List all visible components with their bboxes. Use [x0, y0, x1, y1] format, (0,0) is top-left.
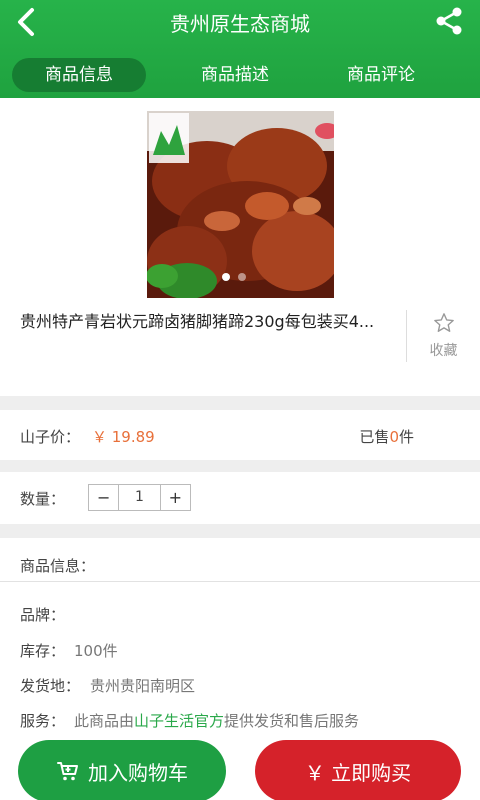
add-to-cart-label: 加入购物车: [88, 760, 188, 785]
tab-product-info[interactable]: 商品信息: [12, 58, 146, 92]
star-icon: [433, 313, 454, 332]
cart-icon: [57, 762, 78, 781]
page-title: 贵州原生态商城: [170, 12, 310, 36]
section-gap: [0, 524, 480, 538]
sold-count: 已售0件: [359, 428, 414, 446]
tab-product-reviews[interactable]: 商品评论: [314, 58, 448, 92]
price-row: 山子价： ￥ 19.89 已售0件: [0, 426, 480, 448]
favorite-label: 收藏: [429, 343, 458, 359]
buy-now-label: ￥ 立即购买: [304, 760, 412, 785]
service-row: 服务： 此商品由山子生活官方提供发货和售后服务: [0, 710, 480, 732]
carousel-dot: [238, 273, 246, 281]
tab-bar: 商品信息 商品描述 商品评论: [0, 52, 480, 96]
add-to-cart-button[interactable]: 加入购物车: [18, 740, 226, 800]
brand-label: 品牌：: [20, 606, 66, 624]
info-title-row: 商品信息：: [0, 555, 480, 577]
ship-from-label: 发货地：: [20, 677, 81, 695]
quantity-minus-button[interactable]: −: [89, 485, 118, 510]
quantity-label: 数量：: [20, 490, 66, 508]
brand-row: 品牌：: [0, 604, 480, 626]
section-gap: [0, 460, 480, 472]
service-label: 服务：: [20, 712, 66, 730]
quantity-row: 数量： − 1 +: [0, 484, 480, 512]
buy-now-button[interactable]: ￥ 立即购买: [255, 740, 461, 800]
service-text: 此商品由山子生活官方提供发货和售后服务: [74, 712, 360, 730]
section-gap: [0, 396, 480, 410]
quantity-plus-button[interactable]: +: [161, 485, 190, 510]
carousel-dot-active: [222, 273, 230, 281]
ship-from-value: 贵州贵阳南明区: [90, 677, 196, 695]
price-label: 山子价：: [20, 428, 81, 446]
stock-value: 100件: [74, 642, 118, 660]
service-provider-link[interactable]: 山子生活官方: [134, 712, 224, 730]
product-name: 贵州特产青岩状元蹄卤猪脚猪蹄230g每包装买4...: [20, 312, 375, 331]
price-value: ￥ 19.89: [92, 428, 155, 446]
divider: [0, 581, 480, 582]
stock-row: 库存： 100件: [0, 640, 480, 662]
ship-from-row: 发货地： 贵州贵阳南明区: [0, 675, 480, 697]
quantity-stepper: − 1 +: [88, 484, 191, 511]
stock-label: 库存：: [20, 642, 66, 660]
tab-product-description[interactable]: 商品描述: [168, 58, 302, 92]
carousel-indicator: [222, 266, 254, 285]
quantity-input[interactable]: 1: [118, 485, 161, 510]
favorite-button[interactable]: 收藏: [406, 310, 480, 362]
share-icon[interactable]: [434, 6, 464, 36]
info-title: 商品信息：: [20, 557, 96, 575]
top-bar: 贵州原生态商城 商品信息 商品描述 商品评论: [0, 0, 480, 98]
